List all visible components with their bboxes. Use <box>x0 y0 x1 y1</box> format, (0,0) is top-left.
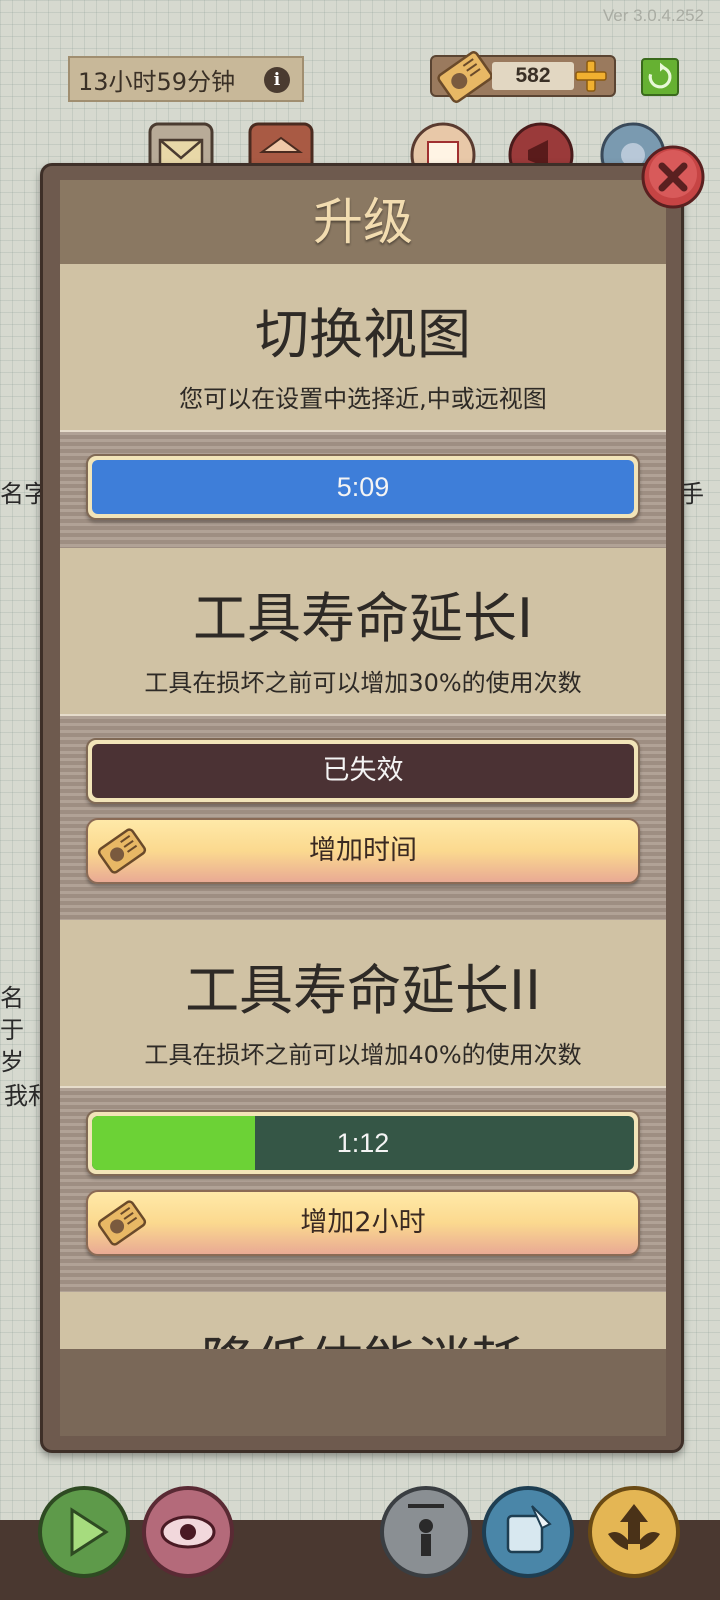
upgrade-card: 切换视图 您可以在设置中选择近,中或远视图 5:09 <box>60 264 666 548</box>
winged-arrow-icon[interactable] <box>586 1484 682 1580</box>
add-time-button[interactable]: 增加时间 <box>86 818 640 884</box>
timer-bar-fill: 5:09 <box>92 460 634 514</box>
card-header: 切换视图 您可以在设置中选择近,中或远视图 <box>60 264 666 430</box>
progress-bar-label: 1:12 <box>336 1128 390 1158</box>
card-title: 工具寿命延长II <box>185 959 541 1022</box>
session-timer: 13小时59分钟 i <box>68 56 304 102</box>
card-actions: 5:09 <box>60 430 666 548</box>
dialog-title: 升级 <box>313 193 413 251</box>
card-description: 工具在损坏之前可以增加40%的使用次数 <box>144 1041 582 1069</box>
eye-icon[interactable] <box>140 1484 236 1580</box>
card-header: 降低体能消耗 <box>60 1292 666 1349</box>
card-actions: 1:12 增加2小时 <box>60 1086 666 1292</box>
expired-bar-fill: 已失效 <box>92 744 634 798</box>
expired-bar: 已失效 <box>86 738 640 804</box>
play-icon[interactable] <box>36 1484 132 1580</box>
ticket-icon <box>437 51 493 103</box>
card-title: 降低体能消耗 <box>60 1292 666 1349</box>
background-text-left-3: 岁 <box>0 1048 24 1076</box>
info-icon[interactable]: i <box>264 67 290 93</box>
upgrade-card: 工具寿命延长II 工具在损坏之前可以增加40%的使用次数 1:12 增加2小时 <box>60 920 666 1292</box>
refresh-icon[interactable] <box>641 58 679 96</box>
scroll-quill-icon[interactable] <box>480 1484 576 1580</box>
ticket-icon <box>97 828 147 874</box>
timer-text: 13小时59分钟 <box>78 67 236 96</box>
version-label: Ver 3.0.4.252 <box>602 6 704 25</box>
progress-bar: 1:12 <box>86 1110 640 1176</box>
plus-icon[interactable] <box>574 59 608 93</box>
upgrade-card: 降低体能消耗 <box>60 1292 666 1349</box>
card-actions: 已失效 增加时间 <box>60 714 666 920</box>
timer-bar: 5:09 <box>86 454 640 520</box>
card-header: 工具寿命延长II 工具在损坏之前可以增加40%的使用次数 <box>60 920 666 1086</box>
dialog-footer <box>60 1349 666 1436</box>
ticket-icon <box>97 1200 147 1246</box>
add-2-hours-label: 增加2小时 <box>300 1207 426 1238</box>
background-text-left-1: 名 <box>0 984 24 1012</box>
background-text-left-2: 于 <box>0 1016 24 1044</box>
card-title: 切换视图 <box>255 303 471 366</box>
upgrade-dialog: 升级 切换视图 您可以在设置中选择近,中或远视图 5:09 工具寿命延长I 工具… <box>60 180 666 1436</box>
close-icon[interactable] <box>640 144 706 210</box>
card-description: 工具在损坏之前可以增加30%的使用次数 <box>144 669 582 697</box>
upgrade-card: 工具寿命延长I 工具在损坏之前可以增加30%的使用次数 已失效 增加时间 <box>60 548 666 920</box>
add-time-label: 增加时间 <box>309 835 417 866</box>
card-title: 工具寿命延长I <box>193 587 533 650</box>
card-description: 您可以在设置中选择近,中或远视图 <box>179 385 547 413</box>
progress-bar-track: 1:12 <box>92 1116 634 1170</box>
expired-bar-label: 已失效 <box>322 755 404 786</box>
card-header: 工具寿命延长I 工具在损坏之前可以增加30%的使用次数 <box>60 548 666 714</box>
timer-bar-label: 5:09 <box>336 472 390 502</box>
add-2-hours-button[interactable]: 增加2小时 <box>86 1190 640 1256</box>
upgrade-list[interactable]: 切换视图 您可以在设置中选择近,中或远视图 5:09 工具寿命延长I 工具在损坏… <box>60 264 666 1349</box>
puppet-icon[interactable] <box>378 1484 474 1580</box>
progress-bar-fill <box>92 1116 255 1170</box>
currency-bar: 582 <box>430 51 616 103</box>
currency-amount: 582 <box>492 62 574 90</box>
